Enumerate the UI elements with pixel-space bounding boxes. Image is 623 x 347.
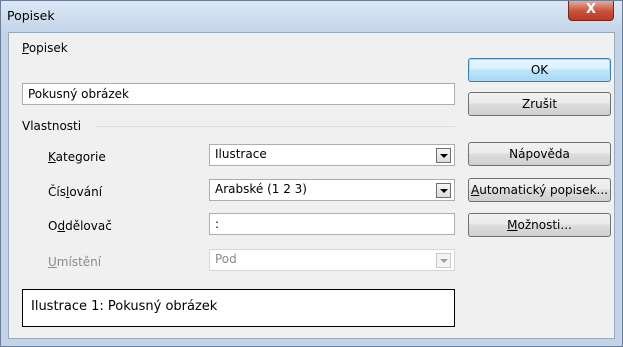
auto-caption-button[interactable]: Automatický popisek... bbox=[468, 178, 611, 202]
close-button[interactable]: X bbox=[568, 1, 614, 21]
position-value: Pod bbox=[215, 252, 237, 266]
help-button[interactable]: Nápověda bbox=[468, 142, 611, 166]
cancel-button[interactable]: Zrušit bbox=[468, 92, 611, 116]
separator-label-mnemonic: d bbox=[57, 219, 66, 233]
position-select: Pod bbox=[209, 249, 455, 271]
chevron-down-icon bbox=[436, 253, 451, 268]
chevron-down-icon[interactable] bbox=[436, 148, 451, 163]
properties-heading: Vlastnosti bbox=[22, 119, 82, 133]
numbering-value: Arabské (1 2 3) bbox=[215, 182, 307, 196]
options-button[interactable]: Možnosti... bbox=[468, 213, 611, 237]
numbering-label: Číslování bbox=[48, 185, 103, 199]
category-value: Ilustrace bbox=[215, 147, 267, 161]
category-label: Kategorie bbox=[48, 150, 106, 164]
close-icon: X bbox=[585, 2, 597, 17]
options-mnemonic: M bbox=[507, 218, 518, 232]
caption-input[interactable]: Pokusný obrázek bbox=[22, 83, 455, 105]
auto-caption-mnemonic: A bbox=[471, 183, 480, 197]
caption-label: Popisek bbox=[22, 41, 68, 55]
separator-input[interactable]: : bbox=[209, 213, 455, 235]
title-bar[interactable]: Popisek X bbox=[1, 1, 622, 31]
numbering-select[interactable]: Arabské (1 2 3) bbox=[209, 179, 455, 201]
caption-preview: Ilustrace 1: Pokusný obrázek bbox=[22, 289, 455, 327]
position-label: Umístění bbox=[48, 255, 102, 269]
properties-separator-line bbox=[95, 126, 455, 127]
window-title: Popisek bbox=[7, 8, 55, 23]
position-label-mnemonic: U bbox=[48, 255, 57, 269]
caption-label-rest: opisek bbox=[28, 41, 68, 55]
numbering-label-mnemonic: l bbox=[65, 185, 70, 199]
caption-label-mnemonic: P bbox=[22, 41, 29, 55]
chevron-down-icon[interactable] bbox=[436, 183, 451, 198]
dialog-client-area: Popisek Pokusný obrázek Vlastnosti Kateg… bbox=[8, 32, 615, 339]
ok-button[interactable]: OK bbox=[468, 58, 611, 82]
category-select[interactable]: Ilustrace bbox=[209, 144, 455, 166]
dialog-window: Popisek X Popisek Pokusný obrázek Vlastn… bbox=[0, 0, 623, 347]
separator-label: Oddělovač bbox=[48, 219, 112, 233]
category-label-mnemonic: K bbox=[48, 150, 56, 164]
